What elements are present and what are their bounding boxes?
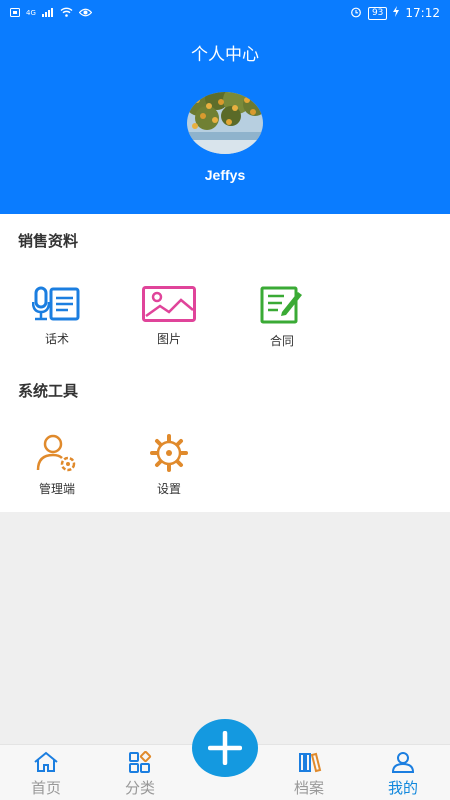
section-title-sales: 销售资料 xyxy=(18,232,79,250)
archive-icon xyxy=(299,752,322,773)
profile-header: 个人中心 Jeffys xyxy=(0,26,450,214)
status-left: 4G xyxy=(10,7,93,20)
eye-icon xyxy=(78,7,93,20)
gear-icon xyxy=(150,434,188,472)
microphone-script-icon xyxy=(32,286,80,321)
tab-label: 首页 xyxy=(30,779,61,797)
network-label: 4G xyxy=(26,9,36,17)
tool-label: 合同 xyxy=(269,334,294,348)
admin-user-icon xyxy=(36,434,76,472)
contract-icon xyxy=(260,286,302,324)
tab-mine[interactable]: 我的 xyxy=(358,745,448,800)
username: Jeffys xyxy=(204,167,246,183)
charging-icon xyxy=(393,6,400,20)
add-button[interactable] xyxy=(192,719,258,777)
status-right: 93 17:12 xyxy=(350,6,440,21)
category-icon xyxy=(129,751,152,773)
tool-label: 图片 xyxy=(156,332,181,346)
section-title-tools: 系统工具 xyxy=(18,382,79,400)
page-title: 个人中心 xyxy=(191,45,259,65)
tool-label: 管理端 xyxy=(38,482,75,496)
tool-admin[interactable]: 管理端 xyxy=(17,434,97,497)
home-icon xyxy=(34,751,58,772)
tool-script[interactable]: 话术 xyxy=(17,286,97,347)
tab-label: 我的 xyxy=(387,779,418,797)
tab-label: 分类 xyxy=(124,779,155,797)
status-bar: 4G 93 17:12 xyxy=(0,0,450,26)
tool-label: 设置 xyxy=(156,482,181,496)
plus-icon xyxy=(208,731,242,765)
wifi-icon xyxy=(60,7,73,20)
alarm-icon xyxy=(350,6,362,21)
avatar[interactable] xyxy=(187,92,263,154)
tab-label: 档案 xyxy=(293,779,324,797)
tab-home[interactable]: 首页 xyxy=(1,745,91,800)
tool-images[interactable]: 图片 xyxy=(129,286,209,347)
battery-level: 93 xyxy=(367,6,388,20)
tool-settings[interactable]: 设置 xyxy=(129,434,209,497)
sim-icon xyxy=(10,7,20,20)
tab-category[interactable]: 分类 xyxy=(95,745,185,800)
tool-contract[interactable]: 合同 xyxy=(242,286,322,349)
content-panel: 销售资料 话术 图片 合同 系统工具 管理端 设置 xyxy=(0,214,450,512)
image-icon xyxy=(142,286,196,322)
user-icon xyxy=(391,752,415,773)
tool-label: 话术 xyxy=(44,332,69,346)
clock-time: 17:12 xyxy=(405,6,440,20)
signal-icon xyxy=(41,7,54,20)
tab-archive[interactable]: 档案 xyxy=(264,745,354,800)
